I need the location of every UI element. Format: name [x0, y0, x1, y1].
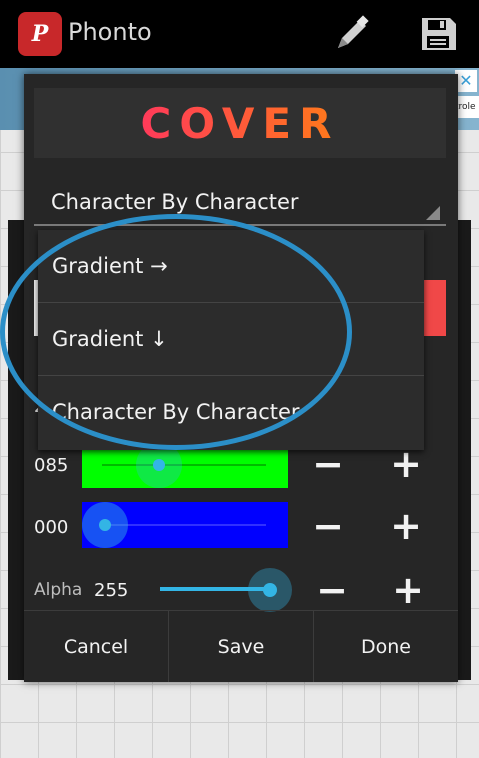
- green-slider-track: [102, 464, 266, 466]
- app-title: Phonto: [68, 18, 152, 46]
- preview-text: COVER: [141, 99, 340, 148]
- app-logo-letter: P: [31, 21, 49, 47]
- pencil-icon[interactable]: [330, 12, 374, 56]
- alpha-minus-button[interactable]: −: [312, 570, 352, 610]
- dropdown-item-character-by-character[interactable]: Character By Character: [38, 376, 424, 449]
- green-plus-button[interactable]: +: [386, 444, 426, 484]
- gradient-mode-spinner[interactable]: Character By Character: [34, 178, 446, 226]
- dialog-button-bar: Cancel Save Done: [24, 610, 458, 682]
- save-button[interactable]: Save: [169, 611, 314, 682]
- gradient-mode-dropdown: Gradient → Gradient ↓ Character By Chara…: [38, 230, 424, 450]
- green-value-label: 085: [34, 455, 69, 476]
- blue-slider[interactable]: [82, 502, 288, 548]
- dropdown-item-gradient-horizontal[interactable]: Gradient →: [38, 230, 424, 303]
- blue-slider-knob[interactable]: [82, 502, 128, 548]
- save-icon[interactable]: [416, 12, 460, 56]
- blue-minus-button[interactable]: −: [308, 506, 348, 546]
- action-bar: P Phonto: [0, 0, 479, 68]
- alpha-plus-button[interactable]: +: [388, 570, 428, 610]
- alpha-value: 255: [94, 580, 129, 601]
- preview-svg: COVER: [141, 99, 340, 148]
- text-preview: COVER: [34, 88, 446, 158]
- app-logo-icon[interactable]: P: [18, 12, 62, 56]
- ad-text: trole: [455, 96, 479, 118]
- spinner-arrow-icon: [426, 206, 440, 220]
- cancel-button[interactable]: Cancel: [24, 611, 169, 682]
- blue-value-label: 000: [34, 517, 69, 538]
- done-button[interactable]: Done: [314, 611, 458, 682]
- ad-close-icon[interactable]: ✕: [455, 70, 477, 92]
- spinner-value: Character By Character: [51, 190, 299, 214]
- alpha-label: Alpha: [34, 580, 83, 600]
- dropdown-item-gradient-vertical[interactable]: Gradient ↓: [38, 303, 424, 376]
- green-minus-button[interactable]: −: [308, 444, 348, 484]
- alpha-slider-knob[interactable]: [248, 568, 292, 612]
- blue-plus-button[interactable]: +: [386, 506, 426, 546]
